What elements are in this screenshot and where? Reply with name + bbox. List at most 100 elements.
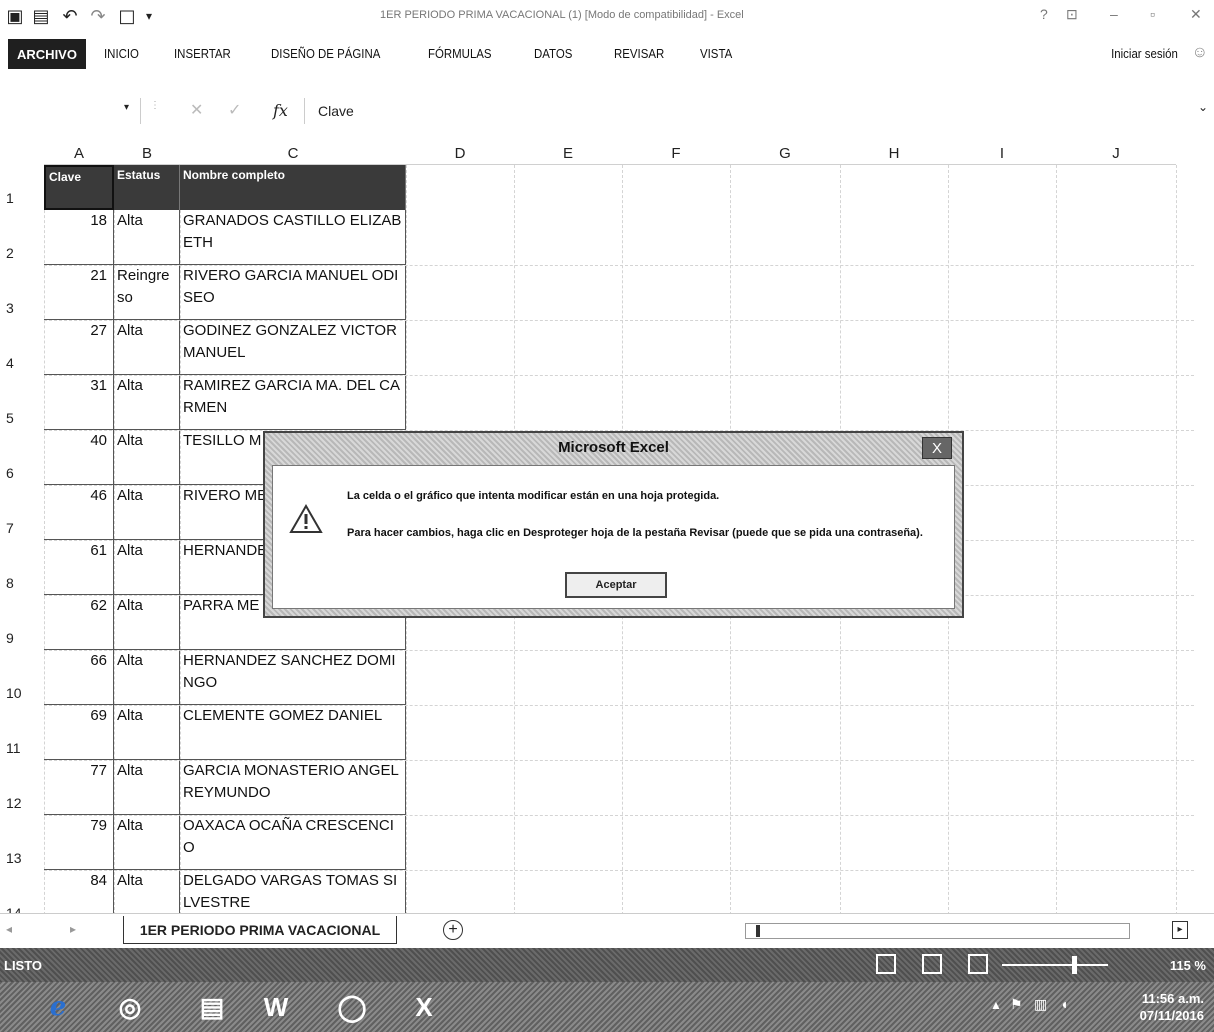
row-header[interactable]: 10 xyxy=(0,650,44,705)
zoom-slider-thumb[interactable] xyxy=(1072,956,1077,974)
enter-check-icon[interactable]: ✓ xyxy=(228,100,241,120)
expand-formula-bar-icon[interactable]: ⌄ xyxy=(1198,100,1208,114)
cell-clave[interactable]: 40 xyxy=(44,430,114,485)
sign-in-link[interactable]: Iniciar sesión xyxy=(1111,46,1178,61)
row-header[interactable]: 14 xyxy=(0,870,44,913)
cell-estatus[interactable]: Alta xyxy=(114,320,180,375)
cell-clave[interactable]: 69 xyxy=(44,705,114,760)
cell-clave[interactable]: 84 xyxy=(44,870,114,913)
restore-button[interactable]: ▫ xyxy=(1150,6,1155,22)
column-header-g[interactable]: G xyxy=(730,143,840,165)
redo-icon[interactable]: ↷ xyxy=(86,4,110,28)
next-sheet-icon[interactable]: ▸ xyxy=(70,922,76,936)
column-header-i[interactable]: I xyxy=(948,143,1056,165)
cell-estatus[interactable]: Alta xyxy=(114,595,180,650)
action-center-flag-icon[interactable]: ⚑ xyxy=(1010,996,1023,1013)
cell-nombre[interactable]: GODINEZ GONZALEZ VICTOR MANUEL xyxy=(180,320,406,375)
cell-nombre[interactable]: CLEMENTE GOMEZ DANIEL xyxy=(180,705,406,760)
normal-view-icon[interactable] xyxy=(876,954,896,974)
cell-nombre[interactable]: RIVERO GARCIA MANUEL ODISEO xyxy=(180,265,406,320)
sheet-tab-active[interactable]: 1ER PERIODO PRIMA VACACIONAL xyxy=(123,916,397,944)
row-header[interactable]: 13 xyxy=(0,815,44,870)
new-document-icon[interactable]: □ xyxy=(116,4,138,28)
column-header-e[interactable]: E xyxy=(514,143,622,165)
cell-nombre[interactable]: RAMIREZ GARCIA MA. DEL CARMEN xyxy=(180,375,406,430)
cell-clave[interactable]: 18 xyxy=(44,210,114,265)
page-layout-view-icon[interactable] xyxy=(922,954,942,974)
cell-estatus[interactable]: Alta xyxy=(114,540,180,595)
ribbon-display-options-icon[interactable]: ⊡ xyxy=(1066,6,1078,23)
row-header[interactable]: 11 xyxy=(0,705,44,760)
cell-clave[interactable]: 46 xyxy=(44,485,114,540)
cell-clave[interactable]: 66 xyxy=(44,650,114,705)
cell-clave[interactable]: 77 xyxy=(44,760,114,815)
close-window-button[interactable]: ✕ xyxy=(1190,6,1202,23)
tab-revisar[interactable]: REVISAR xyxy=(614,46,664,61)
app-icon[interactable]: ◯ xyxy=(320,985,384,1029)
cell-clave[interactable]: 62 xyxy=(44,595,114,650)
tab-formulas[interactable]: FÓRMULAS xyxy=(428,46,492,61)
cell-estatus[interactable]: Alta xyxy=(114,870,180,913)
header-estatus[interactable]: Estatus xyxy=(114,165,180,210)
row-header[interactable]: 3 xyxy=(0,265,44,320)
column-header-h[interactable]: H xyxy=(840,143,948,165)
excel-taskbar-icon[interactable]: X xyxy=(392,985,456,1029)
zoom-level[interactable]: 115 % xyxy=(1170,958,1206,973)
help-button[interactable]: ? xyxy=(1040,6,1048,22)
formula-bar-options-icon[interactable]: ⋮ xyxy=(150,100,160,111)
cancel-icon[interactable]: ✕ xyxy=(190,100,203,120)
scroll-right-icon[interactable]: ▸ xyxy=(1172,921,1188,939)
row-header[interactable]: 5 xyxy=(0,375,44,430)
cell-nombre[interactable]: GARCIA MONASTERIO ANGEL REYMUNDO xyxy=(180,760,406,815)
cell-nombre[interactable]: GRANADOS CASTILLO ELIZABETH xyxy=(180,210,406,265)
cell-estatus[interactable]: Reingreso xyxy=(114,265,180,320)
column-header-b[interactable]: B xyxy=(114,143,180,165)
cell-estatus[interactable]: Alta xyxy=(114,705,180,760)
cell-estatus[interactable]: Alta xyxy=(114,375,180,430)
row-header[interactable]: 4 xyxy=(0,320,44,375)
row-header[interactable]: 9 xyxy=(0,595,44,650)
cell-nombre[interactable]: OAXACA OCAÑA CRESCENCIO xyxy=(180,815,406,870)
column-header-a[interactable]: A xyxy=(44,143,114,165)
internet-explorer-icon[interactable]: e xyxy=(26,985,90,1029)
name-box[interactable] xyxy=(6,98,128,124)
chrome-icon[interactable]: ◎ xyxy=(98,985,162,1029)
word-icon[interactable]: W xyxy=(244,985,308,1029)
cell-estatus[interactable]: Alta xyxy=(114,485,180,540)
file-explorer-icon[interactable]: ▤ xyxy=(180,985,244,1029)
tab-insertar[interactable]: INSERTAR xyxy=(174,46,231,61)
tab-datos[interactable]: DATOS xyxy=(534,46,572,61)
cell-clave[interactable]: 31 xyxy=(44,375,114,430)
customize-toolbar-icon[interactable]: ▾ xyxy=(142,4,156,28)
zoom-slider[interactable] xyxy=(1002,964,1108,966)
cell-estatus[interactable]: Alta xyxy=(114,815,180,870)
tab-diseno-de-pagina[interactable]: DISEÑO DE PÁGINA xyxy=(271,46,380,61)
column-header-f[interactable]: F xyxy=(622,143,730,165)
user-avatar-icon[interactable]: ☺ xyxy=(1192,44,1208,62)
network-icon[interactable]: ▥ xyxy=(1034,996,1047,1013)
tab-archivo[interactable]: ARCHIVO xyxy=(8,39,86,69)
name-box-dropdown-icon[interactable]: ▾ xyxy=(124,102,129,113)
column-header-c[interactable]: C xyxy=(180,143,406,165)
row-header[interactable]: 12 xyxy=(0,760,44,815)
excel-app-icon[interactable]: ▣ xyxy=(4,4,26,28)
show-hidden-icons-icon[interactable]: ▲ xyxy=(990,998,1002,1012)
tab-inicio[interactable]: INICIO xyxy=(104,46,139,61)
dialog-close-button[interactable]: X xyxy=(922,437,952,459)
cell-estatus[interactable]: Alta xyxy=(114,760,180,815)
add-sheet-button[interactable]: + xyxy=(443,920,463,940)
cell-estatus[interactable]: Alta xyxy=(114,650,180,705)
cell-clave[interactable]: 21 xyxy=(44,265,114,320)
horizontal-scrollbar[interactable] xyxy=(745,923,1130,939)
minimize-button[interactable]: – xyxy=(1110,6,1118,22)
undo-icon[interactable]: ↶ xyxy=(58,4,82,28)
formula-input[interactable]: Clave xyxy=(318,103,354,119)
page-break-view-icon[interactable] xyxy=(968,954,988,974)
tab-vista[interactable]: VISTA xyxy=(700,46,732,61)
cell-estatus[interactable]: Alta xyxy=(114,430,180,485)
row-header[interactable]: 2 xyxy=(0,210,44,265)
prev-sheet-icon[interactable]: ◂ xyxy=(6,922,12,936)
cell-estatus[interactable]: Alta xyxy=(114,210,180,265)
cell-nombre[interactable]: DELGADO VARGAS TOMAS SILVESTRE xyxy=(180,870,406,913)
cell-nombre[interactable]: HERNANDEZ SANCHEZ DOMINGO xyxy=(180,650,406,705)
